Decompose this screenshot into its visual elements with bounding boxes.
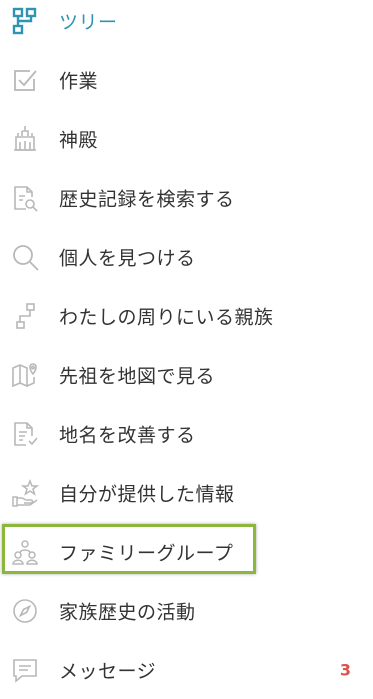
menu-item-label: 作業 bbox=[59, 70, 99, 93]
menu-item-label: メッセージ bbox=[59, 660, 157, 683]
highlight-box bbox=[2, 524, 256, 574]
menu-item-temple[interactable]: 神殿 bbox=[0, 110, 373, 168]
menu-item-label: 先祖を地図で見る bbox=[59, 365, 216, 388]
menu-item-label: わたしの周りにいる親族 bbox=[59, 306, 274, 329]
messages-icon bbox=[10, 655, 40, 685]
menu-item-label: 神殿 bbox=[59, 129, 99, 152]
menu-item-tasks[interactable]: 作業 bbox=[0, 51, 373, 109]
menu-item-improve-places[interactable]: 地名を改善する bbox=[0, 405, 373, 463]
unread-count-badge: 3 bbox=[339, 660, 351, 680]
temple-icon bbox=[10, 124, 40, 154]
navigation-menu: ツリー 作業 神殿 歴史記録を検索する 個人を見つける わたしの周りにいる親族 … bbox=[0, 0, 373, 699]
magnifier-icon bbox=[10, 242, 40, 272]
menu-item-relatives-around-me[interactable]: わたしの周りにいる親族 bbox=[0, 287, 373, 345]
tree-icon bbox=[10, 6, 40, 36]
map-pin-icon bbox=[10, 360, 40, 390]
tasks-icon bbox=[10, 65, 40, 95]
menu-item-contributions[interactable]: 自分が提供した情報 bbox=[0, 464, 373, 522]
relatives-around-me-icon bbox=[10, 301, 40, 331]
menu-item-label: ツリー bbox=[59, 11, 118, 34]
menu-item-search-records[interactable]: 歴史記録を検索する bbox=[0, 169, 373, 227]
contributions-icon bbox=[10, 478, 40, 508]
menu-item-label: 個人を見つける bbox=[59, 247, 196, 270]
menu-item-messages[interactable]: メッセージ 3 bbox=[0, 641, 373, 699]
menu-item-label: 家族歴史の活動 bbox=[59, 601, 196, 624]
menu-item-label: 地名を改善する bbox=[59, 424, 196, 447]
menu-item-tree[interactable]: ツリー bbox=[0, 0, 373, 50]
menu-item-label: 自分が提供した情報 bbox=[59, 483, 235, 506]
compass-icon bbox=[10, 596, 40, 626]
menu-item-find-person[interactable]: 個人を見つける bbox=[0, 228, 373, 286]
menu-item-family-history-activities[interactable]: 家族歴史の活動 bbox=[0, 582, 373, 640]
menu-item-label: 歴史記録を検索する bbox=[59, 188, 235, 211]
improve-places-icon bbox=[10, 419, 40, 449]
menu-item-ancestors-map[interactable]: 先祖を地図で見る bbox=[0, 346, 373, 404]
search-records-icon bbox=[10, 183, 40, 213]
